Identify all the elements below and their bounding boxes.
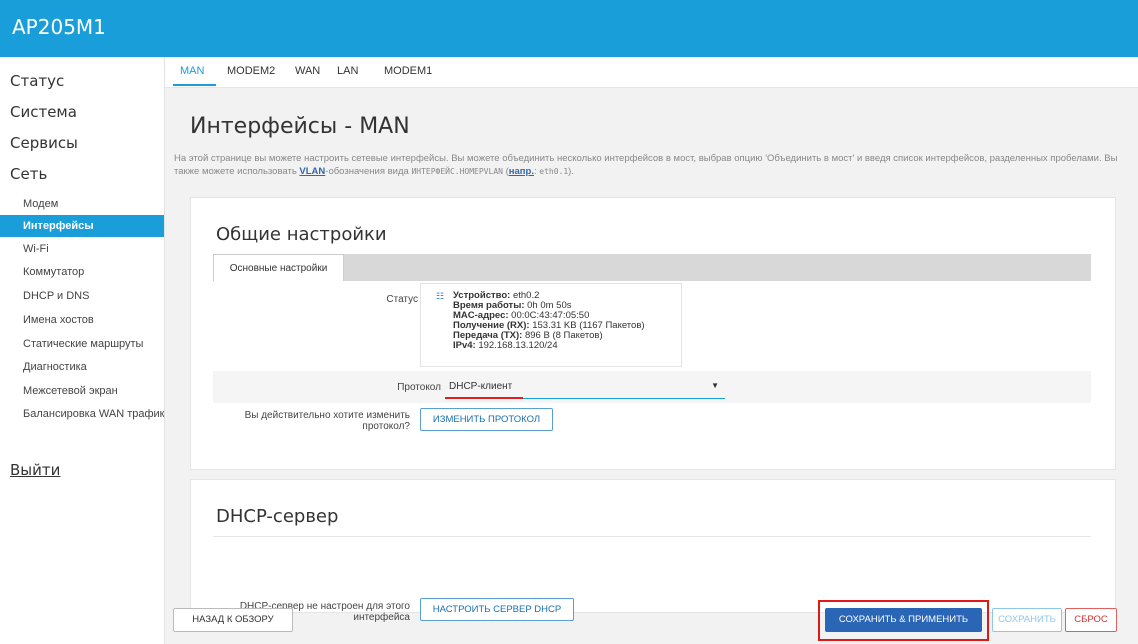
- sidebar-item-modem[interactable]: Модем: [0, 193, 164, 215]
- status-ipv4: IPv4: 192.168.13.120/24: [453, 341, 645, 351]
- protocol-label: Протокол: [397, 382, 441, 393]
- logout-link[interactable]: Выйти: [10, 461, 60, 479]
- page-title: Интерфейсы - MAN: [190, 114, 410, 139]
- status-box: ☷ Устройство: eth0.2 Время работы: 0h 0m…: [420, 283, 682, 367]
- sidebar-item-services[interactable]: Сервисы: [10, 134, 78, 152]
- status-ipv4-key: IPv4:: [453, 340, 476, 351]
- example-link[interactable]: напр.: [509, 166, 534, 177]
- setup-dhcp-server-button[interactable]: НАСТРОИТЬ СЕРВЕР DHCP: [420, 598, 574, 621]
- desc-code-2: eth0.1: [539, 167, 569, 176]
- protocol-red-underline: [445, 397, 523, 399]
- brand-title[interactable]: AP205M1: [12, 15, 106, 39]
- dhcp-server-panel: DHCP-сервер DHCP-сервер не настроен для …: [190, 479, 1116, 623]
- tab-man[interactable]: MAN: [180, 65, 204, 77]
- dhcp-server-title: DHCP-сервер: [216, 506, 339, 527]
- change-protocol-label: Вы действительно хотите изменить протоко…: [244, 410, 410, 432]
- tab-modem1[interactable]: MODEM1: [384, 65, 432, 77]
- sidebar-item-wifi[interactable]: Wi-Fi: [0, 238, 164, 260]
- ethernet-port-icon: ☷: [436, 291, 445, 301]
- general-settings-panel: Общие настройки Основные настройки Стату…: [190, 197, 1116, 470]
- protocol-select[interactable]: DHCP-клиент ▼: [445, 376, 725, 399]
- save-apply-button[interactable]: СОХРАНИТЬ & ПРИМЕНИТЬ: [825, 608, 982, 632]
- settings-subtab-bar: Основные настройки: [213, 254, 1091, 281]
- top-bar: AP205M1: [0, 0, 1138, 57]
- dropdown-arrow-icon: ▼: [711, 381, 719, 390]
- sidebar-item-diagnostics[interactable]: Диагностика: [0, 356, 164, 378]
- dhcp-divider: [213, 536, 1091, 537]
- protocol-select-underline: [523, 398, 725, 399]
- change-protocol-button[interactable]: ИЗМЕНИТЬ ПРОТОКОЛ: [420, 408, 553, 431]
- protocol-row: Протокол DHCP-клиент ▼: [213, 371, 1091, 403]
- page-description: На этой странице вы можете настроить сет…: [174, 152, 1124, 178]
- vlan-link[interactable]: VLAN: [299, 166, 325, 177]
- status-lines: Устройство: eth0.2 Время работы: 0h 0m 5…: [453, 291, 645, 351]
- subtab-basic-settings[interactable]: Основные настройки: [213, 254, 344, 281]
- status-ipv4-value: 192.168.13.120/24: [475, 340, 558, 351]
- main-content: MAN MODEM2 WAN LAN MODEM1 Интерфейсы - M…: [165, 57, 1138, 644]
- sidebar-item-switch[interactable]: Коммутатор: [0, 261, 164, 283]
- tab-modem2[interactable]: MODEM2: [227, 65, 275, 77]
- sidebar-item-wan-balancing[interactable]: Балансировка WAN трафик: [0, 403, 164, 425]
- sidebar-item-hostnames[interactable]: Имена хостов: [0, 309, 164, 331]
- status-label: Статус: [386, 294, 418, 305]
- protocol-value: DHCP-клиент: [449, 381, 513, 392]
- sidebar-item-interfaces[interactable]: Интерфейсы: [0, 215, 164, 237]
- save-button[interactable]: СОХРАНИТЬ: [992, 608, 1062, 632]
- general-settings-title: Общие настройки: [216, 224, 387, 245]
- sidebar-item-status[interactable]: Статус: [10, 72, 64, 90]
- sidebar-item-dhcp-dns[interactable]: DHCP и DNS: [0, 285, 164, 307]
- sidebar-item-firewall[interactable]: Межсетевой экран: [0, 380, 164, 402]
- desc-text-5: ).: [568, 166, 574, 177]
- tab-lan[interactable]: LAN: [337, 65, 358, 77]
- active-tab-indicator: [173, 84, 216, 86]
- sidebar-item-system[interactable]: Система: [10, 103, 77, 121]
- sidebar: Статус Система Сервисы Сеть Модем Интерф…: [0, 57, 165, 644]
- sidebar-item-network[interactable]: Сеть: [10, 165, 47, 183]
- desc-text-2: -обозначения вида: [325, 166, 412, 177]
- interface-tabs: MAN MODEM2 WAN LAN MODEM1: [165, 57, 1138, 88]
- tab-wan[interactable]: WAN: [295, 65, 320, 77]
- reset-button[interactable]: СБРОС: [1065, 608, 1117, 632]
- sidebar-item-static-routes[interactable]: Статические маршруты: [0, 333, 164, 355]
- back-to-overview-button[interactable]: НАЗАД К ОБЗОРУ: [173, 608, 293, 632]
- desc-code-1: ИНТЕРФЕЙС.НОМЕРVLAN: [411, 167, 503, 176]
